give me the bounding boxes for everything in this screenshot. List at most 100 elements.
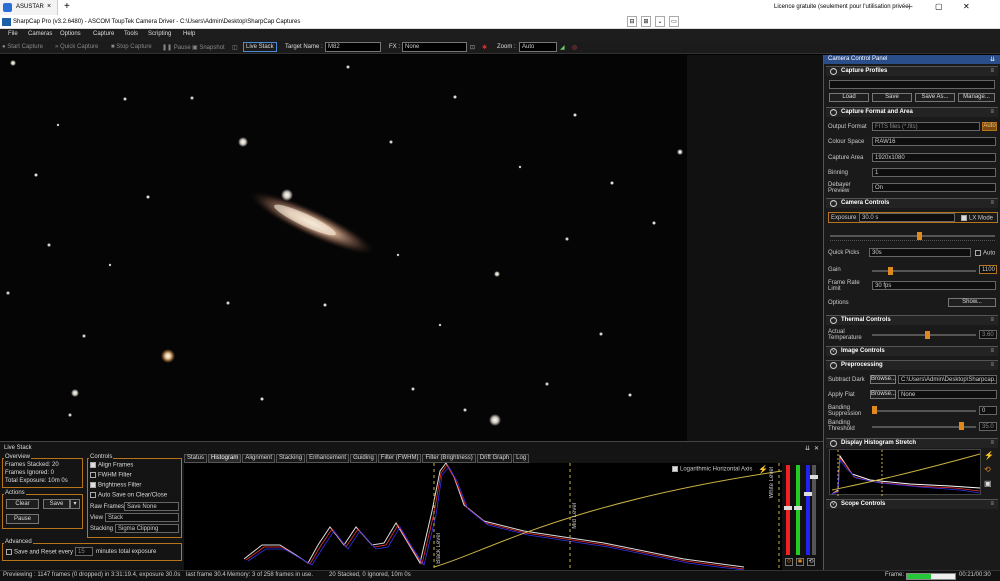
- checkbox[interactable]: [961, 215, 967, 221]
- expand-icon[interactable]: v: [830, 348, 837, 355]
- tab-histogram[interactable]: Histogram: [208, 454, 242, 463]
- menu-file[interactable]: File: [8, 31, 18, 37]
- colour-space-select[interactable]: RAW16: [872, 137, 996, 146]
- checkbox[interactable]: [90, 482, 96, 488]
- menu-capture[interactable]: Capture: [93, 31, 114, 37]
- histogram-icon[interactable]: ◢: [560, 44, 565, 51]
- gain-input[interactable]: 1100: [979, 265, 997, 274]
- browser-tab[interactable]: ASUSTAR ×: [0, 0, 58, 15]
- view-select[interactable]: Stack: [105, 513, 179, 522]
- brightness-filter-checkbox[interactable]: Brightness Filter: [90, 482, 141, 489]
- expand-icon[interactable]: v: [830, 501, 837, 508]
- red-level-bar[interactable]: [786, 465, 790, 555]
- target-name-input[interactable]: M82: [325, 42, 381, 52]
- banding-suppression-thumb[interactable]: [872, 406, 877, 414]
- tab-alignment[interactable]: Alignment: [242, 454, 276, 463]
- checkbox[interactable]: [975, 250, 981, 256]
- section-menu-icon[interactable]: ≡: [990, 317, 994, 323]
- collapse-icon[interactable]: ^: [830, 68, 837, 75]
- auto-stretch-icon[interactable]: ⚡: [758, 465, 768, 474]
- chevron-down-icon[interactable]: ⌄: [655, 16, 665, 27]
- crosshair-icon[interactable]: ✱: [482, 44, 487, 51]
- reset-icon[interactable]: ⟲: [807, 558, 815, 566]
- save-stretch-icon[interactable]: ▣: [984, 479, 995, 489]
- checkbox[interactable]: [6, 549, 12, 555]
- snapshot-button[interactable]: ▣ Snapshot: [192, 44, 225, 51]
- collapse-icon[interactable]: ^: [830, 109, 837, 116]
- flat-frame-select[interactable]: None: [898, 390, 997, 399]
- close-icon[interactable]: ✕: [814, 445, 819, 452]
- pause-stack-button[interactable]: Pause: [6, 514, 39, 524]
- section-scope-controls[interactable]: v Scope Controls ≡: [826, 499, 998, 509]
- sync-icon[interactable]: ⟐: [785, 558, 793, 566]
- tab-status[interactable]: Status: [184, 454, 208, 463]
- browse-dark-button[interactable]: Browse...: [870, 375, 896, 384]
- tab-filter-brightness[interactable]: Filter (Brightness): [422, 454, 476, 463]
- collapse-icon[interactable]: ^: [830, 317, 837, 324]
- section-capture-profiles[interactable]: ^ Capture Profiles ≡: [826, 66, 998, 76]
- reset-stretch-icon[interactable]: ⟲: [984, 465, 995, 475]
- save-profile-button[interactable]: Save: [872, 93, 912, 102]
- reticle-icon[interactable]: ⊡: [470, 44, 475, 51]
- auto-save-checkbox[interactable]: Auto Save on Clear/Close: [90, 492, 167, 499]
- quick-picks-select[interactable]: 30s: [869, 248, 971, 257]
- stretch-histogram[interactable]: [829, 449, 981, 496]
- exposure-input[interactable]: 30.0 s: [859, 213, 955, 222]
- auto-format-button[interactable]: Auto: [982, 122, 997, 131]
- zoom-select[interactable]: Auto: [519, 42, 557, 52]
- checkbox[interactable]: [90, 472, 96, 478]
- magnifier-icon[interactable]: ◎: [572, 44, 577, 51]
- pin-icon[interactable]: ⇊: [990, 56, 995, 63]
- save-as-profile-button[interactable]: Save As...: [915, 93, 955, 102]
- menu-tools[interactable]: Tools: [124, 31, 138, 37]
- exposure-slider[interactable]: [830, 235, 995, 237]
- menu-help[interactable]: Help: [183, 31, 195, 37]
- section-menu-icon[interactable]: ≡: [990, 200, 994, 206]
- remote-view-icon[interactable]: ⊟: [627, 16, 637, 27]
- balance-icon[interactable]: ✱: [796, 558, 804, 566]
- checkbox[interactable]: [90, 492, 96, 498]
- collapse-icon[interactable]: ^: [830, 440, 837, 447]
- section-histogram-stretch[interactable]: ^ Display Histogram Stretch ≡: [826, 438, 998, 448]
- debayer-preview-select[interactable]: On: [872, 183, 996, 192]
- binning-select[interactable]: 1: [872, 168, 996, 177]
- tab-log[interactable]: Log: [513, 454, 530, 463]
- maximize-window-button[interactable]: ▢: [935, 2, 943, 11]
- close-window-button[interactable]: ✕: [963, 2, 970, 11]
- blue-slider-thumb[interactable]: [804, 492, 812, 496]
- luminance-slider-thumb[interactable]: [810, 475, 818, 479]
- show-options-button[interactable]: Show...: [948, 298, 996, 307]
- window-icon[interactable]: ▭: [669, 16, 679, 27]
- section-menu-icon[interactable]: ≡: [990, 501, 994, 507]
- pin-icon[interactable]: ⇊: [805, 445, 810, 452]
- live-stack-button[interactable]: Live Stack: [243, 42, 277, 52]
- keyboard-icon[interactable]: ⊞: [641, 16, 651, 27]
- stop-capture-button[interactable]: ■ Stop Capture: [111, 44, 152, 50]
- section-menu-icon[interactable]: ≡: [990, 362, 994, 368]
- collapse-icon[interactable]: ^: [830, 200, 837, 207]
- green-slider-thumb[interactable]: [794, 506, 802, 510]
- tab-guiding[interactable]: Guiding: [350, 454, 377, 463]
- output-format-select[interactable]: FITS files (*.fits): [872, 122, 980, 131]
- checkbox[interactable]: [90, 462, 96, 468]
- banding-suppression-slider[interactable]: [872, 410, 976, 412]
- tab-drift-graph[interactable]: Drift Graph: [476, 454, 513, 463]
- red-slider-thumb[interactable]: [784, 506, 792, 510]
- capture-area-select[interactable]: 1920x1080: [872, 153, 996, 162]
- new-tab-button[interactable]: +: [64, 1, 70, 12]
- align-frames-checkbox[interactable]: Align Frames: [90, 462, 133, 469]
- collapse-icon[interactable]: ^: [830, 362, 837, 369]
- logarithmic-checkbox[interactable]: Logarithmic Horizontal Axis: [672, 466, 752, 473]
- section-menu-icon[interactable]: ≡: [990, 109, 994, 115]
- close-tab-icon[interactable]: ×: [47, 3, 51, 10]
- section-image-controls[interactable]: v Image Controls ≡: [826, 346, 998, 356]
- stacking-select[interactable]: Sigma Clipping: [115, 524, 179, 533]
- section-capture-format[interactable]: ^ Capture Format and Area ≡: [826, 107, 998, 117]
- checkbox[interactable]: [672, 466, 678, 472]
- fx-select[interactable]: None: [402, 42, 467, 52]
- save-options-dropdown[interactable]: ▾: [70, 499, 80, 509]
- auto-exposure-checkbox[interactable]: Auto: [975, 250, 995, 257]
- auto-stretch-icon[interactable]: ⚡: [984, 451, 995, 461]
- banding-suppression-input[interactable]: 0: [979, 406, 997, 415]
- clear-stack-button[interactable]: Clear: [6, 499, 39, 509]
